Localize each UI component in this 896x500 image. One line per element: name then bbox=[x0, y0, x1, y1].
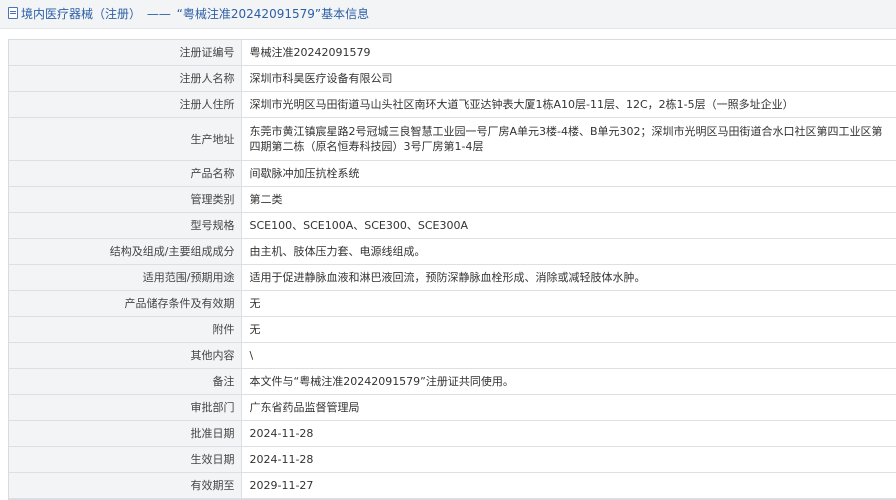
title-separator: —— bbox=[146, 7, 171, 21]
row-value: 本文件与“粤械注准20242091579”注册证共同使用。 bbox=[241, 368, 896, 395]
row-label: 产品名称 bbox=[9, 160, 242, 187]
section-title: 境内医疗器械（注册） bbox=[21, 7, 142, 21]
table-row: 备注 本文件与“粤械注准20242091579”注册证共同使用。 bbox=[9, 368, 896, 395]
table-row: 生产地址 东莞市黄江镇宸星路2号冠城三良智慧工业园一号厂房A单元3楼-4楼、B单… bbox=[9, 117, 896, 161]
row-value: 东莞市黄江镇宸星路2号冠城三良智慧工业园一号厂房A单元3楼-4楼、B单元302；… bbox=[241, 117, 896, 161]
row-value: SCE100、SCE100A、SCE300、SCE300A bbox=[241, 212, 896, 239]
table-row: 审批部门 广东省药品监督管理局 bbox=[9, 394, 896, 421]
table-row: 结构及组成/主要组成成分 由主机、肢体压力套、电源线组成。 bbox=[9, 238, 896, 265]
row-label: 生产地址 bbox=[9, 117, 242, 161]
row-value: 间歇脉冲加压抗栓系统 bbox=[241, 160, 896, 187]
table-row: 适用范围/预期用途 适用于促进静脉血液和淋巴液回流，预防深静脉血栓形成、消除或减… bbox=[9, 264, 896, 291]
row-label: 批准日期 bbox=[9, 420, 242, 447]
row-value: 粤械注准20242091579 bbox=[241, 40, 896, 66]
table-row: 产品储存条件及有效期 无 bbox=[9, 290, 896, 317]
table-row: 注册人住所 深圳市光明区马田街道马山头社区南环大道飞亚达钟表大厦1栋A10层-1… bbox=[9, 91, 896, 118]
row-value: 适用于促进静脉血液和淋巴液回流，预防深静脉血栓形成、消除或减轻肢体水肿。 bbox=[241, 264, 896, 291]
table-row: 批准日期 2024-11-28 bbox=[9, 420, 896, 447]
row-label: 备注 bbox=[9, 368, 242, 395]
info-table-container: 注册证编号 粤械注准20242091579 注册人名称 深圳市科昊医疗设备有限公… bbox=[8, 39, 896, 500]
table-row: 产品名称 间歇脉冲加压抗栓系统 bbox=[9, 160, 896, 187]
row-label: 注册人住所 bbox=[9, 91, 242, 118]
row-value: 深圳市光明区马田街道马山头社区南环大道飞亚达钟表大厦1栋A10层-11层、12C… bbox=[241, 91, 896, 118]
row-label: 适用范围/预期用途 bbox=[9, 264, 242, 291]
document-icon bbox=[8, 7, 18, 19]
table-row: 注册人名称 深圳市科昊医疗设备有限公司 bbox=[9, 65, 896, 92]
row-label: 管理类别 bbox=[9, 186, 242, 213]
table-row: 型号规格 SCE100、SCE100A、SCE300、SCE300A bbox=[9, 212, 896, 239]
table-row: 其他内容 \ bbox=[9, 342, 896, 369]
row-value: 2024-11-28 bbox=[241, 420, 896, 447]
table-row: 生效日期 2024-11-28 bbox=[9, 446, 896, 473]
row-value: 无 bbox=[241, 290, 896, 317]
row-label: 审批部门 bbox=[9, 394, 242, 421]
row-value: 无 bbox=[241, 316, 896, 343]
row-label: 有效期至 bbox=[9, 472, 242, 499]
row-label: 其他内容 bbox=[9, 342, 242, 369]
row-value: 深圳市科昊医疗设备有限公司 bbox=[241, 65, 896, 92]
row-label: 型号规格 bbox=[9, 212, 242, 239]
row-value: 2029-11-27 bbox=[241, 472, 896, 499]
table-row: 注册证编号 粤械注准20242091579 bbox=[9, 40, 896, 66]
row-label: 产品储存条件及有效期 bbox=[9, 290, 242, 317]
row-label: 附件 bbox=[9, 316, 242, 343]
row-label: 结构及组成/主要组成成分 bbox=[9, 238, 242, 265]
row-label: 注册证编号 bbox=[9, 40, 242, 66]
row-value: \ bbox=[241, 342, 896, 369]
row-value: 第二类 bbox=[241, 186, 896, 213]
row-label: 生效日期 bbox=[9, 446, 242, 473]
table-row: 管理类别 第二类 bbox=[9, 186, 896, 213]
record-title: “粤械注准20242091579”基本信息 bbox=[176, 7, 370, 21]
table-row: 有效期至 2029-11-27 bbox=[9, 472, 896, 499]
row-value: 由主机、肢体压力套、电源线组成。 bbox=[241, 238, 896, 265]
row-value: 广东省药品监督管理局 bbox=[241, 394, 896, 421]
row-label: 注册人名称 bbox=[9, 65, 242, 92]
table-row: 附件 无 bbox=[9, 316, 896, 343]
info-table: 注册证编号 粤械注准20242091579 注册人名称 深圳市科昊医疗设备有限公… bbox=[9, 40, 896, 499]
page-title-bar: 境内医疗器械（注册） —— “粤械注准20242091579”基本信息 bbox=[0, 0, 896, 29]
row-value: 2024-11-28 bbox=[241, 446, 896, 473]
